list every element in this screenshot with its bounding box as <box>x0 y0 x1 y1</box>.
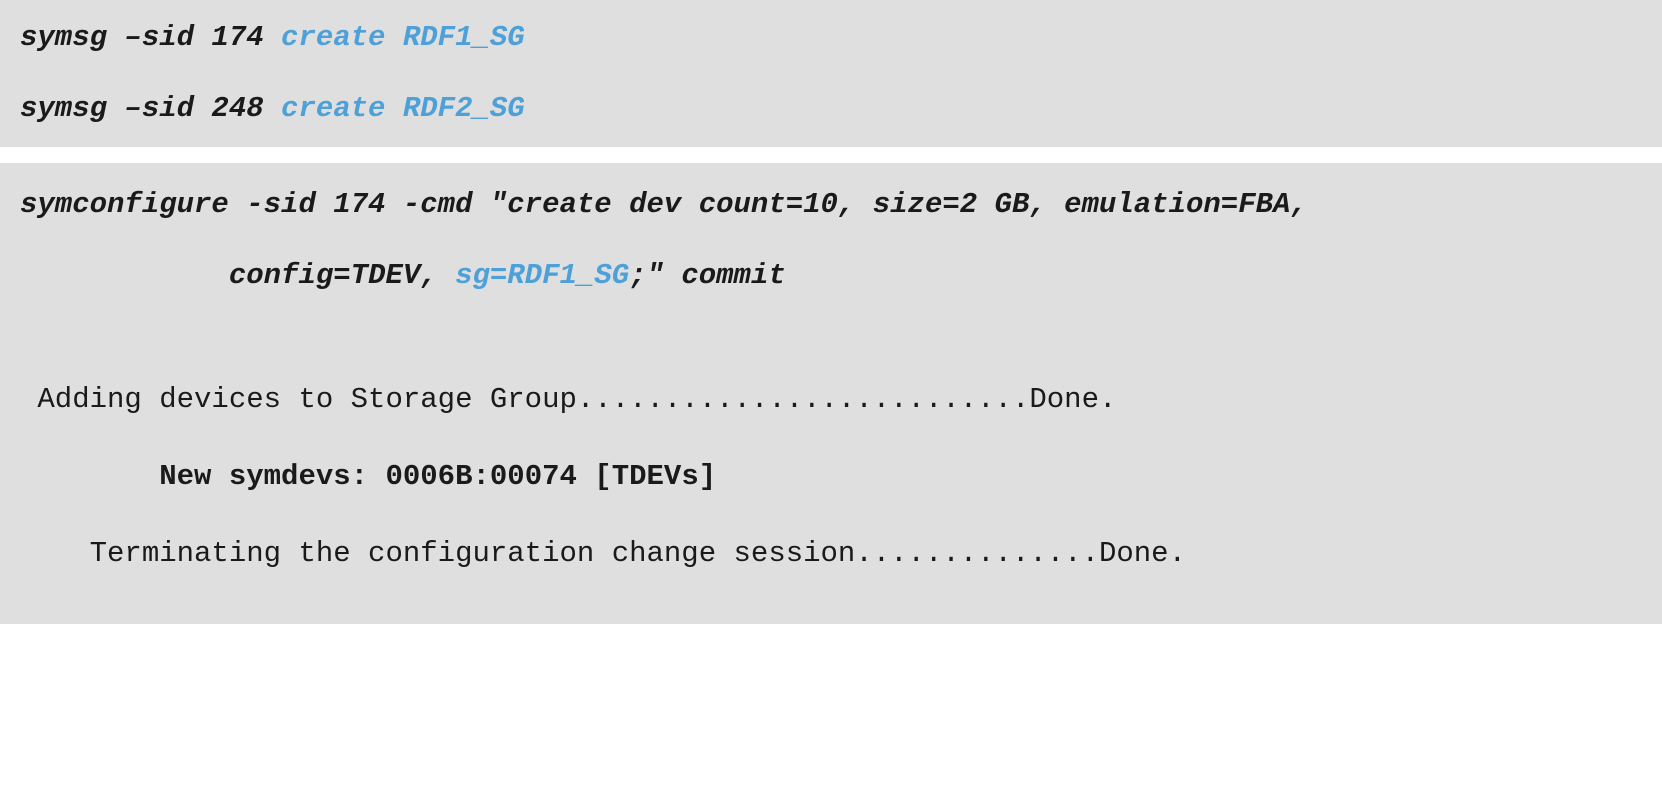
output-line-2: New symdevs: 0006B:00074 [TDEVs] <box>20 457 1642 498</box>
spacer <box>20 296 1642 380</box>
output-line-1: Adding devices to Storage Group.........… <box>20 380 1642 421</box>
config-part: config=TDEV, <box>229 259 455 292</box>
cmd1-highlight: create RDF1_SG <box>281 21 525 54</box>
spacer <box>20 59 1642 89</box>
spacer <box>20 498 1642 534</box>
cmd1-base: symsg –sid 174 <box>20 21 281 54</box>
symconfigure-line-2: config=TDEV, sg=RDF1_SG;" commit <box>20 256 1642 297</box>
cmd2-base: symsg –sid 248 <box>20 92 281 125</box>
sg-highlight: sg=RDF1_SG <box>455 259 629 292</box>
command-block-1: symsg –sid 174 create RDF1_SG symsg –sid… <box>0 0 1662 147</box>
new-symdevs-text: New symdevs: 0006B:00074 [TDEVs] <box>159 460 716 493</box>
symconfigure-line-1: symconfigure -sid 174 -cmd "create dev c… <box>20 185 1642 226</box>
spacer <box>20 226 1642 256</box>
output-line-3: Terminating the configuration change ses… <box>20 534 1642 575</box>
command-line-1: symsg –sid 174 create RDF1_SG <box>20 18 1642 59</box>
command-block-2: symconfigure -sid 174 -cmd "create dev c… <box>0 163 1662 624</box>
indent <box>20 259 229 292</box>
commit-part: ;" commit <box>629 259 786 292</box>
indent <box>20 460 159 493</box>
cmd2-highlight: create RDF2_SG <box>281 92 525 125</box>
spacer <box>20 421 1642 457</box>
command-line-2: symsg –sid 248 create RDF2_SG <box>20 89 1642 130</box>
